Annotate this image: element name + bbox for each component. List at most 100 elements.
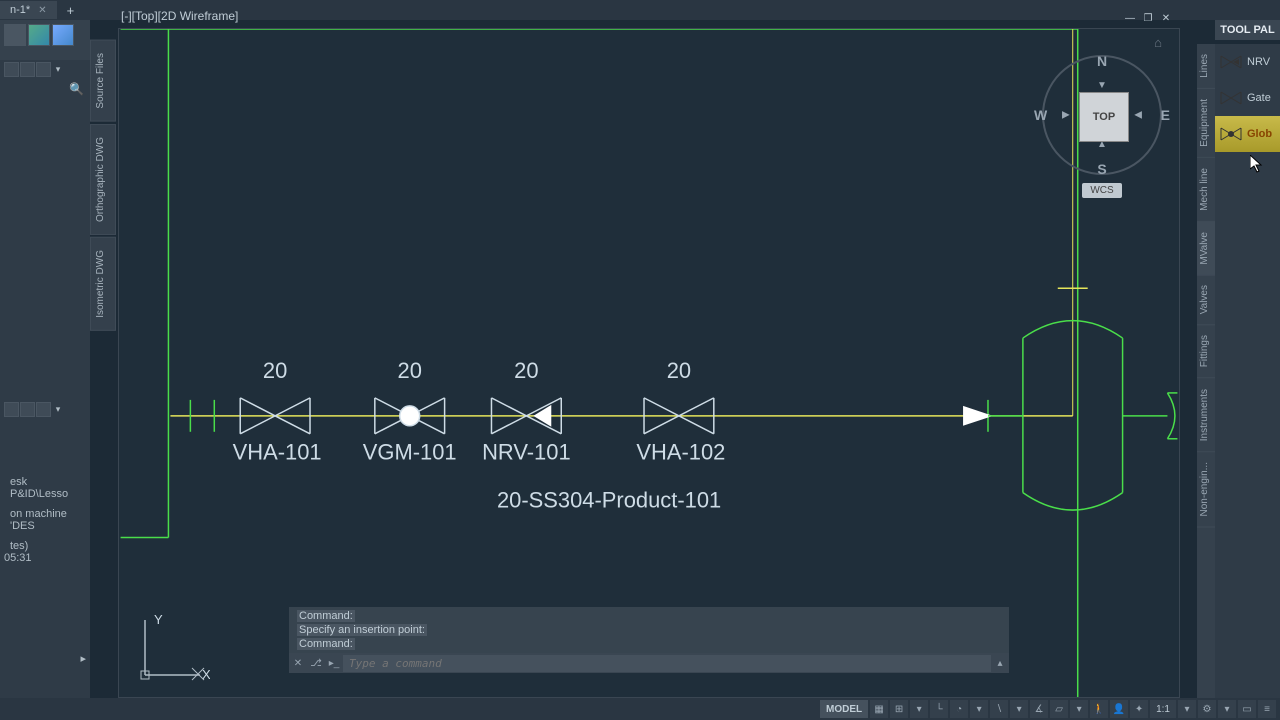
nav-arrow-right-icon[interactable]: ◀	[1134, 110, 1142, 121]
expand-right-icon[interactable]: ▸	[80, 652, 86, 665]
status-compass-icon[interactable]: ✦	[1130, 700, 1148, 718]
nav-cube-face[interactable]: TOP	[1079, 92, 1129, 142]
status-bar: MODEL ▦ ⊞ ▾ └ ◔ ▾ ∖ ▾ ∡ ▱ ▾ 🚶 👤 ✦ 1:1 ▾ …	[0, 698, 1280, 720]
globe-valve-icon	[1219, 126, 1243, 142]
nrv-valve-icon	[1219, 54, 1243, 70]
status-person-icon[interactable]: 👤	[1110, 700, 1128, 718]
nav-arrow-left-icon[interactable]: ▶	[1062, 110, 1070, 121]
search-icon[interactable]: 🔍	[69, 82, 84, 104]
status-snap-icon[interactable]: ∖	[990, 700, 1008, 718]
sub-btn-1[interactable]	[4, 62, 19, 77]
home-view-icon[interactable]: ⌂	[1154, 35, 1162, 50]
size-label-4: 20	[667, 358, 691, 383]
palette-label-gate: Gate	[1247, 92, 1271, 104]
size-label-3: 20	[514, 358, 538, 383]
filter-btn-1[interactable]	[4, 402, 19, 417]
minimize-icon[interactable]: —	[1123, 11, 1137, 25]
palette-cat-instruments[interactable]: Instruments	[1197, 379, 1215, 452]
status-model-button[interactable]: MODEL	[820, 700, 868, 718]
mouse-cursor-icon	[1250, 155, 1264, 173]
palette-cat-valves[interactable]: Valves	[1197, 275, 1215, 325]
status-dropdown-1-icon[interactable]: ▾	[910, 700, 928, 718]
status-ortho-icon[interactable]: └	[930, 700, 948, 718]
status-dropdown-3-icon[interactable]: ▾	[1010, 700, 1028, 718]
status-dropdown-5-icon[interactable]: ▾	[1178, 700, 1196, 718]
tab-add-button[interactable]: +	[57, 3, 85, 18]
viewport-label[interactable]: [-][Top][2D Wireframe]	[121, 9, 238, 23]
palette-item-nrv[interactable]: NRV	[1215, 44, 1280, 80]
cmd-line-2: Specify an insertion point:	[297, 624, 427, 636]
status-angle-icon[interactable]: ∡	[1030, 700, 1048, 718]
size-label-2: 20	[398, 358, 422, 383]
palette-cat-equipment[interactable]: Equipment	[1197, 89, 1215, 158]
svg-text:Y: Y	[154, 612, 163, 627]
cmd-recent-icon[interactable]: ▴	[991, 654, 1009, 672]
status-menu-icon[interactable]: ≡	[1258, 700, 1276, 718]
status-walk-icon[interactable]: 🚶	[1090, 700, 1108, 718]
palette-cat-fittings[interactable]: Fittings	[1197, 325, 1215, 378]
command-history: Command: Specify an insertion point: Com…	[289, 607, 1009, 653]
maximize-icon[interactable]: ❐	[1141, 11, 1155, 25]
browser-tb-btn-3[interactable]	[52, 24, 74, 46]
status-dropdown-4-icon[interactable]: ▾	[1070, 700, 1088, 718]
palette-cat-nonengin[interactable]: Non-engin...	[1197, 452, 1215, 527]
nav-s[interactable]: S	[1097, 161, 1106, 177]
document-tab[interactable]: n-1* ✕	[0, 1, 57, 19]
palette-label-nrv: NRV	[1247, 56, 1270, 68]
palette-cat-mvalve[interactable]: MValve	[1197, 222, 1215, 276]
status-grid2-icon[interactable]: ⊞	[890, 700, 908, 718]
palette-cat-mech-line[interactable]: Mech line	[1197, 158, 1215, 222]
nav-n[interactable]: N	[1097, 53, 1107, 69]
sub-btn-3[interactable]	[36, 62, 51, 77]
wcs-badge[interactable]: WCS	[1082, 183, 1122, 198]
nav-w[interactable]: W	[1034, 107, 1047, 123]
view-cube[interactable]: ⌂ N S W E ▼ ▲ ▶ ◀ TOP WCS	[1032, 45, 1172, 245]
nav-arrow-up-icon[interactable]: ▼	[1097, 80, 1107, 91]
tag-label-2: VGM-101	[363, 440, 457, 465]
line-tag-label: 20-SS304-Product-101	[497, 488, 721, 513]
browser-tb-btn-2[interactable]	[28, 24, 50, 46]
cmd-customize-icon[interactable]: ⎇	[307, 654, 325, 672]
status-dropdown-6-icon[interactable]: ▾	[1218, 700, 1236, 718]
nav-e[interactable]: E	[1161, 107, 1170, 123]
tab-close-icon[interactable]: ✕	[38, 5, 46, 16]
browser-tb-btn-1[interactable]	[4, 24, 26, 46]
tool-palette-title: TOOL PAL	[1215, 20, 1280, 40]
filter-expand-icon[interactable]: ▾	[52, 402, 64, 417]
command-input[interactable]	[343, 655, 991, 672]
side-tab-iso-dwg[interactable]: Isometric DWG	[90, 237, 116, 331]
palette-item-globe[interactable]: Glob	[1215, 116, 1280, 152]
status-text-1: esk P&ID\Lesso	[4, 472, 84, 504]
status-plane-icon[interactable]: ▱	[1050, 700, 1068, 718]
gate-valve-icon	[1219, 90, 1243, 106]
palette-label-globe: Glob	[1247, 128, 1272, 140]
filter-btn-2[interactable]	[20, 402, 35, 417]
side-tab-source-files[interactable]: Source Files	[90, 40, 116, 122]
status-text-2: on machine 'DES	[4, 504, 84, 536]
tag-label-4: VHA-102	[636, 440, 725, 465]
drawing-canvas[interactable]: [-][Top][2D Wireframe] — ❐ ✕ 20 VHA-101	[118, 28, 1180, 698]
pid-diagram: 20 VHA-101 20 VGM-101 20 NRV-101	[119, 29, 1179, 697]
close-icon[interactable]: ✕	[1159, 11, 1173, 25]
size-label-1: 20	[263, 358, 287, 383]
palette-item-gate[interactable]: Gate	[1215, 80, 1280, 116]
status-max-icon[interactable]: ▭	[1238, 700, 1256, 718]
status-dropdown-2-icon[interactable]: ▾	[970, 700, 988, 718]
tag-label-3: NRV-101	[482, 440, 571, 465]
status-gear-icon[interactable]: ⚙	[1198, 700, 1216, 718]
status-iso-icon[interactable]: ◔	[950, 700, 968, 718]
status-grid-icon[interactable]: ▦	[870, 700, 888, 718]
ucs-icon[interactable]: Y X	[130, 610, 210, 690]
sub-btn-2[interactable]	[20, 62, 35, 77]
filter-btn-3[interactable]	[36, 402, 51, 417]
cmd-line-3: Command:	[297, 638, 355, 650]
tab-label: n-1*	[10, 4, 30, 16]
timestamp-label: 05:31	[0, 550, 36, 566]
tool-palette: NRV Gate Glob	[1215, 44, 1280, 698]
side-tab-ortho-dwg[interactable]: Orthographic DWG	[90, 124, 116, 235]
sub-expand-icon[interactable]: ▾	[52, 62, 64, 77]
cmd-close-icon[interactable]: ✕	[289, 654, 307, 672]
status-scale[interactable]: 1:1	[1150, 700, 1176, 718]
palette-cat-lines[interactable]: Lines	[1197, 44, 1215, 89]
project-browser-panel: ▾ 🔍 ▾ esk P&ID\Lesso on machine 'DES tes…	[0, 20, 90, 710]
